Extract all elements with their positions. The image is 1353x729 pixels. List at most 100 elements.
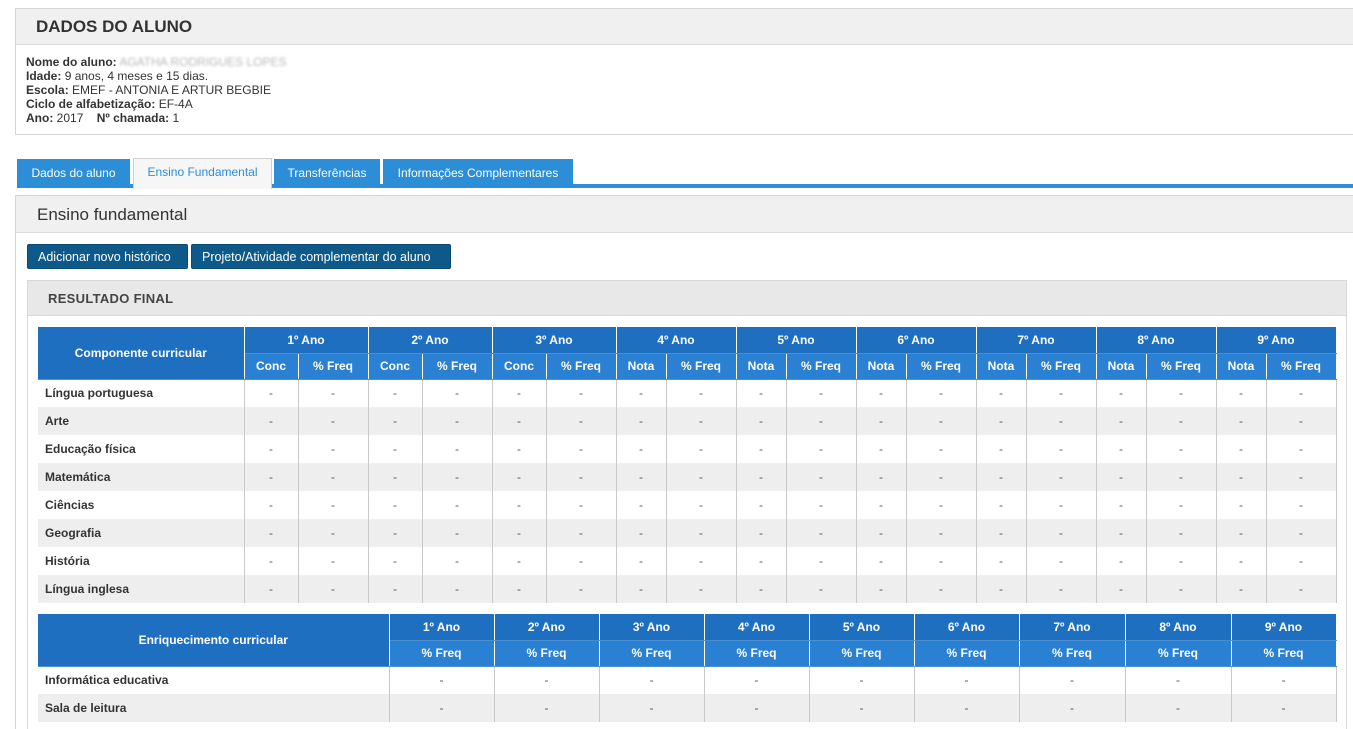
component-column-header: Componente curricular [38, 327, 245, 380]
cell-value: - [368, 435, 423, 463]
table-row: Língua portuguesa - - - - - - - - - - - - - - - - - - [38, 379, 1337, 407]
cell-value: - [906, 547, 977, 575]
cell-value: - [1231, 694, 1337, 722]
frequency-subheader: % Freq [914, 640, 1020, 667]
student-info: Nome do aluno: AGATHA RODRIGUES LOPES Id… [16, 45, 1353, 135]
add-history-button[interactable]: Adicionar novo histórico [27, 244, 188, 269]
student-year-row: Ano: 2017 Nº chamada: 1 [26, 111, 1349, 125]
cell-value: - [1026, 435, 1097, 463]
cell-value: - [976, 575, 1027, 603]
cell-value: - [494, 694, 600, 722]
frequency-subheader: % Freq [1231, 640, 1337, 667]
student-cycle-label: Ciclo de alfabetização: [26, 97, 156, 111]
year-header: 5º Ano [809, 614, 915, 641]
enrichment-table: Enriquecimento curricular 1º Ano 2º Ano 3º… [38, 614, 1337, 722]
student-name-row: Nome do aluno: AGATHA RODRIGUES LOPES [26, 55, 1349, 69]
cell-value: - [244, 547, 299, 575]
cell-value: - [786, 547, 857, 575]
cell-value: - [298, 547, 369, 575]
cell-value: - [906, 491, 977, 519]
student-cycle-row: Ciclo de alfabetização: EF-4A [26, 97, 1349, 111]
cell-value: - [1026, 519, 1097, 547]
cell-value: - [736, 379, 787, 407]
frequency-subheader: % Freq [546, 353, 617, 380]
cell-value: - [906, 575, 977, 603]
cell-value: - [1096, 463, 1147, 491]
frequency-subheader: % Freq [704, 640, 810, 667]
cell-value: - [492, 379, 547, 407]
subject-label: Educação física [38, 435, 245, 463]
subject-label: Matemática [38, 463, 245, 491]
cell-value: - [546, 519, 617, 547]
student-panel-title: DADOS DO ALUNO [36, 17, 193, 36]
cell-value: - [1146, 435, 1217, 463]
frequency-subheader: % Freq [599, 640, 705, 667]
cell-value: - [1026, 491, 1097, 519]
cell-value: - [422, 379, 493, 407]
cell-value: - [1231, 666, 1337, 694]
cell-value: - [1125, 694, 1232, 722]
cell-value: - [1125, 666, 1232, 694]
cell-value: - [298, 519, 369, 547]
cell-value: - [1026, 407, 1097, 435]
curricular-components-table: Componente curricular 1º Ano 2º Ano 3º A… [38, 327, 1337, 603]
cell-value: - [976, 407, 1027, 435]
tab-informacoes-complementares[interactable]: Informações Complementares [383, 159, 573, 186]
cell-value: - [666, 519, 737, 547]
project-activity-button[interactable]: Projeto/Atividade complementar do aluno [191, 244, 451, 269]
student-school-row: Escola: EMEF - ANTONIA E ARTUR BEGBIE [26, 83, 1349, 97]
cell-value: - [616, 435, 667, 463]
cell-value: - [492, 575, 547, 603]
cell-value: - [1146, 519, 1217, 547]
cell-value: - [666, 463, 737, 491]
frequency-subheader: % Freq [1266, 353, 1337, 380]
grade-subheader: Nota [736, 353, 787, 380]
cell-value: - [492, 435, 547, 463]
cell-value: - [1026, 547, 1097, 575]
frequency-subheader: % Freq [1125, 640, 1232, 667]
cell-value: - [616, 547, 667, 575]
content-panel-header: Ensino fundamental [16, 196, 1353, 233]
student-name-value: AGATHA RODRIGUES LOPES [119, 55, 287, 69]
cell-value: - [616, 519, 667, 547]
cell-value: - [422, 491, 493, 519]
ensino-fundamental-panel: Ensino fundamental Adicionar novo histór… [15, 195, 1353, 729]
year-header: 7º Ano [1019, 614, 1126, 641]
cell-value: - [856, 491, 907, 519]
tab-ensino-fundamental[interactable]: Ensino Fundamental [133, 158, 272, 189]
tab-dados-do-aluno[interactable]: Dados do aluno [17, 159, 130, 186]
year-header: 7º Ano [976, 327, 1097, 354]
cell-value: - [856, 379, 907, 407]
frequency-subheader: % Freq [1026, 353, 1097, 380]
cell-value: - [1216, 379, 1267, 407]
cell-value: - [1019, 694, 1126, 722]
year-header: 1º Ano [389, 614, 495, 641]
frequency-subheader: % Freq [298, 353, 369, 380]
cell-value: - [1216, 407, 1267, 435]
grade-subheader: Nota [856, 353, 907, 380]
grade-subheader: Nota [1096, 353, 1147, 380]
year-header: 6º Ano [914, 614, 1020, 641]
cell-value: - [298, 463, 369, 491]
cell-value: - [546, 491, 617, 519]
cell-value: - [616, 379, 667, 407]
cell-value: - [906, 463, 977, 491]
cell-value: - [1266, 407, 1337, 435]
cell-value: - [856, 575, 907, 603]
cell-value: - [666, 547, 737, 575]
cell-value: - [492, 547, 547, 575]
cell-value: - [976, 519, 1027, 547]
cell-value: - [368, 575, 423, 603]
cell-value: - [1096, 575, 1147, 603]
table-row: Matemática - - - - - - - - - - - - - - - - - - [38, 463, 1337, 491]
cell-value: - [736, 491, 787, 519]
cell-value: - [616, 491, 667, 519]
year-header: 3º Ano [599, 614, 705, 641]
cell-value: - [914, 694, 1020, 722]
cell-value: - [704, 666, 810, 694]
cell-value: - [906, 519, 977, 547]
tab-transferencias[interactable]: Transferências [274, 159, 380, 186]
student-age-row: Idade: 9 anos, 4 meses e 15 dias. [26, 69, 1349, 83]
result-final-panel: RESULTADO FINAL Componente curricular 1º… [27, 280, 1347, 729]
cell-value: - [298, 407, 369, 435]
